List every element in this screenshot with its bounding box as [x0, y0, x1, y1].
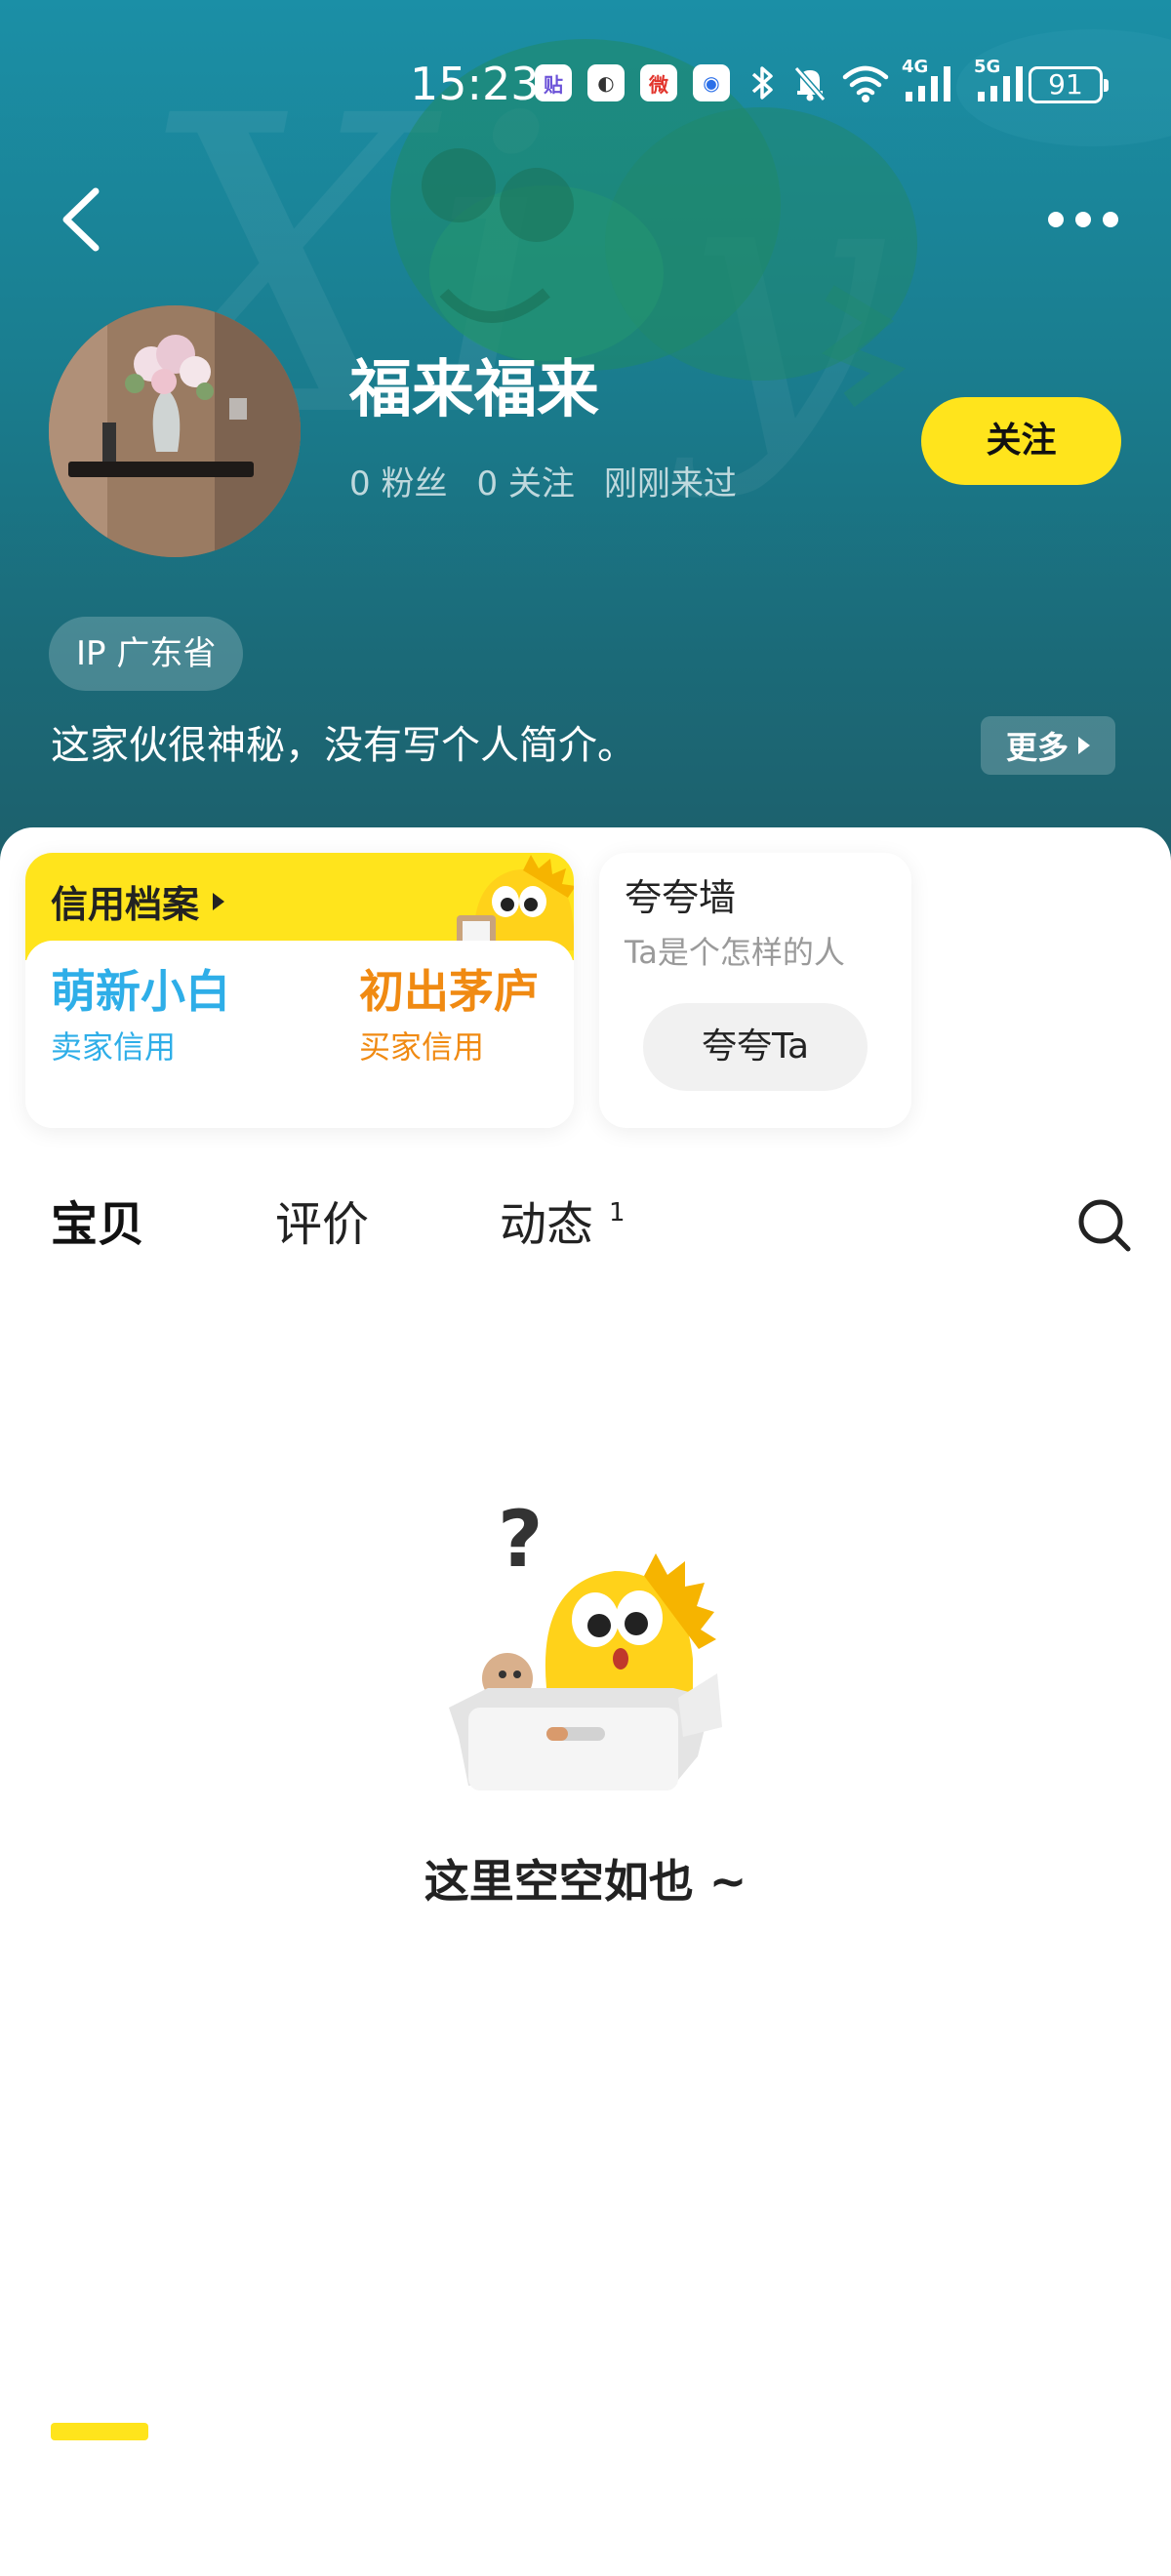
praise-button[interactable]: 夸夸Ta — [643, 1003, 868, 1091]
profile-bio: 这家伙很神秘，没有写个人简介。 — [51, 723, 636, 768]
weibo-icon: 微 — [640, 64, 677, 101]
svg-text:?: ? — [498, 1494, 543, 1585]
app-notification-icon: 贴 — [535, 64, 572, 101]
seller-credit-value: 萌新小白 — [51, 965, 230, 1018]
battery-indicator: 91 — [1029, 66, 1109, 103]
seller-credit-label: 卖家信用 — [51, 1028, 177, 1066]
avatar-photo — [49, 305, 301, 557]
tab-reviews[interactable]: 评价 — [275, 1181, 369, 1268]
buyer-credit-value: 初出茅庐 — [359, 965, 539, 1018]
app-notification-icon: ◉ — [693, 64, 730, 101]
signal-4g-icon: 4G — [902, 57, 962, 103]
status-time: 15:23 — [410, 58, 540, 110]
buyer-credit[interactable]: 初出茅庐 买家信用 — [359, 941, 539, 1071]
back-arrow-icon[interactable] — [55, 185, 109, 254]
more-options-icon[interactable] — [1048, 195, 1118, 244]
tab-items[interactable]: 宝贝 — [51, 1181, 144, 1268]
active-tab-indicator — [51, 2423, 148, 2440]
last-seen: 刚刚来过 — [603, 464, 737, 503]
app-notification-icon: ◐ — [587, 64, 625, 101]
more-button-label: 更多 — [1005, 729, 1069, 766]
mascot-icon — [457, 855, 574, 950]
seller-credit[interactable]: 萌新小白 卖家信用 — [51, 941, 230, 1071]
caret-right-icon — [1078, 737, 1090, 754]
following-count[interactable]: 0 关注 — [476, 457, 574, 504]
empty-state-text: 这里空空如也 ~ — [424, 1855, 747, 1908]
status-bar: 15:23 贴 ◐ 微 ◉ 4G 5G 91 — [0, 55, 1171, 113]
avatar[interactable] — [49, 305, 301, 557]
tab-activity-count: 1 — [609, 1198, 626, 1228]
search-icon[interactable] — [1075, 1196, 1134, 1255]
wifi-icon — [842, 65, 889, 102]
profile-stats: 0 粉丝 0 关注 刚刚来过 — [349, 457, 737, 504]
tab-activity[interactable]: 动态 — [500, 1181, 593, 1268]
credit-title-label: 信用档案 — [51, 883, 200, 926]
signal-5g-icon: 5G — [974, 57, 1034, 103]
credit-profile-card[interactable]: 信用档案 萌新小白 卖家信用 初出茅庐 买家信用 — [25, 853, 574, 1128]
praise-wall-card[interactable]: 夸夸墙 Ta是个怎样的人 夸夸Ta — [599, 853, 911, 1128]
empty-box-mascot-icon: ? — [449, 1494, 722, 1791]
mute-bell-icon — [793, 66, 827, 101]
buyer-credit-label: 买家信用 — [359, 1028, 485, 1066]
praise-wall-subtitle: Ta是个怎样的人 — [625, 934, 845, 971]
caret-right-icon — [213, 892, 225, 910]
praise-wall-title: 夸夸墙 — [625, 876, 737, 919]
credit-card-title[interactable]: 信用档案 — [51, 874, 225, 928]
follow-button[interactable]: 关注 — [921, 397, 1121, 485]
status-app-icons: 贴 ◐ 微 ◉ — [535, 64, 730, 101]
profile-tabs: 宝贝 评价 动态 — [0, 1181, 1171, 2440]
bluetooth-icon — [751, 66, 773, 100]
username: 福来福来 — [349, 354, 599, 426]
followers-count[interactable]: 0 粉丝 — [349, 457, 447, 504]
ip-location-chip: IP 广东省 — [49, 617, 244, 691]
credit-card-body: 萌新小白 卖家信用 初出茅庐 买家信用 — [25, 941, 574, 1128]
status-system-icons: 4G 5G — [747, 57, 1034, 103]
more-button[interactable]: 更多 — [981, 716, 1115, 775]
profile-header: Xi y 15:23 贴 ◐ 微 ◉ — [0, 0, 1171, 878]
